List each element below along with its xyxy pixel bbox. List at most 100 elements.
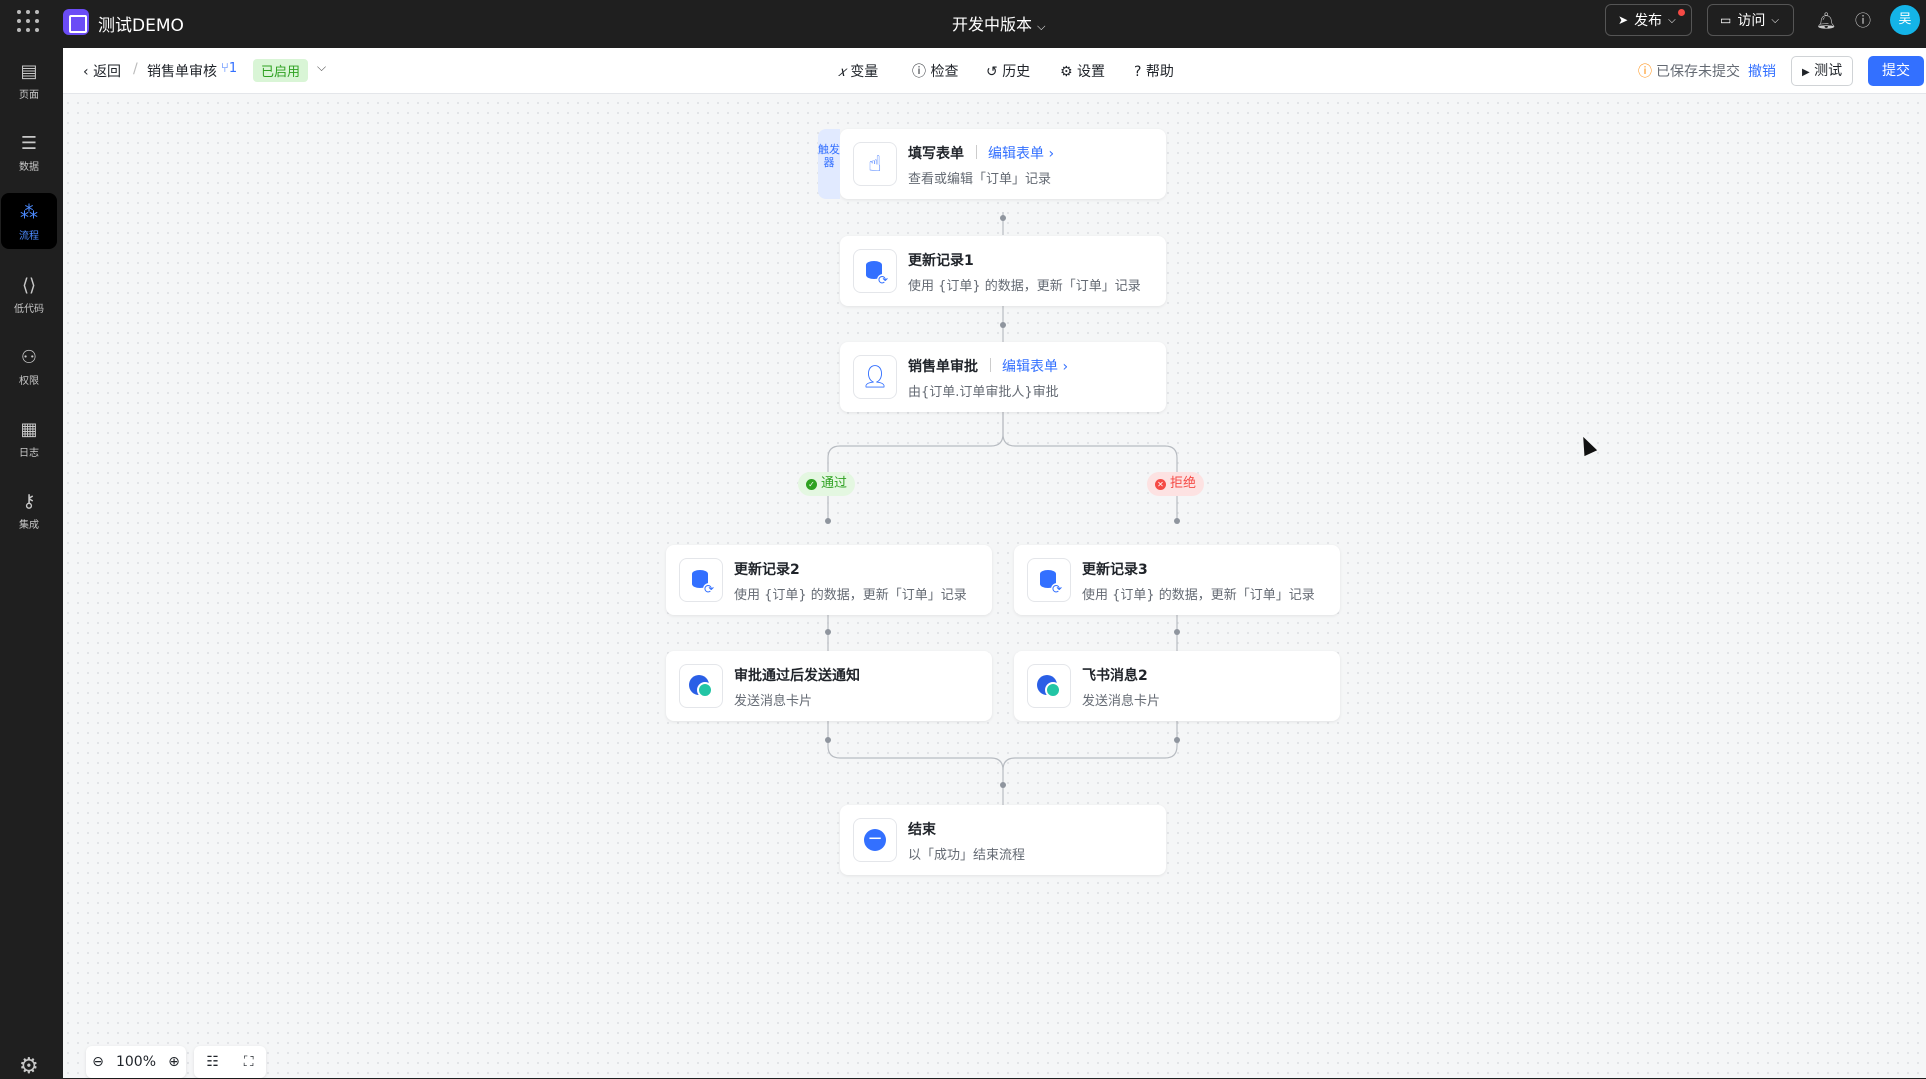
bell-icon[interactable]: 🔔︎ (1816, 12, 1836, 30)
node-title: 更新记录2 (734, 562, 800, 578)
chevron-right-icon: › (1048, 146, 1055, 162)
edit-form-link[interactable]: 编辑表单 › (1002, 356, 1068, 376)
message-icon (1036, 673, 1062, 699)
flow-node-update-record-3[interactable]: 更新记录3 使用 {订单} 的数据，更新「订单」记录 (1014, 545, 1340, 615)
submit-button[interactable]: 提交 (1868, 56, 1924, 86)
branch-label: 通过 (821, 476, 848, 491)
sidebar-item-flow[interactable]: ⁂ 流程 (1, 193, 57, 249)
publish-button[interactable]: ➤ 发布 ⌵ (1605, 4, 1692, 36)
warning-icon: ⓘ (1638, 64, 1652, 80)
sidebar-item-label: 集成 (19, 520, 39, 531)
sidebar-item-permission[interactable]: ⚇ 权限 (1, 338, 57, 394)
editor-toolbar: ‹ 返回 / 销售单审核 ⑂1 已启用 ⌵ 𝑥 变量 ⓘ 检查 ↺ 历史 ⚙ 设… (63, 48, 1926, 94)
tool-check[interactable]: ⓘ 检查 (912, 61, 958, 81)
status-badge: 已启用 (253, 59, 309, 82)
connector-dot (1174, 737, 1180, 743)
send-icon: ➤ (1618, 13, 1629, 27)
database-icon: ☰ (20, 133, 38, 154)
flow-node-sales-approval[interactable]: 👤︎ 销售单审批 编辑表单 › 由{订单.订单审批人}审批 (840, 342, 1166, 412)
sidebar-item-label: 页面 (19, 90, 39, 101)
sidebar-item-page[interactable]: ▤ 页面 (1, 52, 57, 108)
back-button[interactable]: ‹ 返回 (83, 61, 121, 81)
close-circle-icon: ✕ (1155, 478, 1166, 490)
version-selector[interactable]: 开发中版本 ⌵ (952, 11, 1045, 35)
tap-icon: ☝ (868, 151, 882, 177)
chevron-down-icon: ⌵ (1037, 20, 1046, 33)
breadcrumb-separator: / (133, 61, 138, 77)
sidebar-item-lowcode[interactable]: ⟨⟩ 低代码 (1, 266, 57, 322)
notification-dot (1678, 9, 1685, 16)
sidebar-item-label: 日志 (19, 448, 39, 459)
gear-icon[interactable]: ⚙ (19, 1054, 39, 1079)
flow-node-fill-form[interactable]: 触发器 ☝ 填写表单 编辑表单 › 查看或编辑「订单」记录 (818, 129, 1166, 199)
flow-version[interactable]: ⑂1 (221, 61, 237, 76)
node-icon: − (853, 818, 897, 862)
connector-dot (825, 629, 831, 635)
app-title: 测试DEMO (98, 16, 184, 36)
tool-label: 变量 (850, 64, 879, 80)
chevron-down-icon: ⌵ (1668, 14, 1676, 26)
message-icon (688, 673, 714, 699)
flow-node-update-record-2[interactable]: 更新记录2 使用 {订单} 的数据，更新「订单」记录 (666, 545, 992, 615)
branch-reject[interactable]: ✕ 拒绝 (1147, 472, 1205, 496)
database-update-icon (1037, 568, 1063, 595)
node-title: 销售单审批 (908, 359, 978, 375)
zoom-controls: ⊖ 100% ⊕ (86, 1046, 186, 1078)
sidebar-item-label: 低代码 (14, 304, 44, 315)
top-bar: 测试DEMO 开发中版本 ⌵ ➤ 发布 ⌵ ▭ 访问 ⌵ 🔔︎ ⓘ 吴 (0, 0, 1926, 48)
flow-name[interactable]: 销售单审核 (147, 61, 217, 81)
node-icon (853, 249, 897, 293)
help-icon[interactable]: ⓘ (1854, 12, 1872, 30)
connector-dot (825, 518, 831, 524)
zoom-level: 100% (115, 1054, 156, 1070)
sidebar-item-data[interactable]: ☰ 数据 (1, 124, 57, 180)
sidebar-item-integration[interactable]: ⚷ 集成 (1, 482, 57, 538)
flow-canvas[interactable]: ‹ 返回 / 销售单审核 ⑂1 已启用 ⌵ 𝑥 变量 ⓘ 检查 ↺ 历史 ⚙ 设… (63, 48, 1926, 1078)
node-subtitle: 使用 {订单} 的数据，更新「订单」记录 (1082, 588, 1315, 603)
flow-node-notify-pass[interactable]: 审批通过后发送通知 发送消息卡片 (666, 651, 992, 721)
tool-label: 检查 (930, 64, 959, 80)
users-icon: ⚇ (20, 347, 38, 368)
tool-settings[interactable]: ⚙ 设置 (1060, 61, 1105, 81)
node-icon (1027, 664, 1071, 708)
visit-label: 访问 (1737, 13, 1766, 29)
tool-history[interactable]: ↺ 历史 (986, 61, 1030, 81)
flow-node-feishu-message-2[interactable]: 飞书消息2 发送消息卡片 (1014, 651, 1340, 721)
log-icon: ▦ (20, 419, 38, 440)
edit-form-label: 编辑表单 (988, 146, 1044, 162)
sidebar-item-log[interactable]: ▦ 日志 (1, 410, 57, 466)
branch-icon: ⑂ (221, 61, 229, 76)
chevron-down-icon: ⌵ (1771, 14, 1779, 26)
database-update-icon (863, 259, 889, 286)
flow-node-end[interactable]: − 结束 以「成功」结束流程 (840, 805, 1166, 875)
zoom-out-icon[interactable]: ⊖ (92, 1054, 104, 1070)
layout-icon[interactable]: ☷ (206, 1054, 219, 1070)
node-subtitle: 使用 {订单} 的数据，更新「订单」记录 (908, 279, 1141, 294)
sidebar: ▤ 页面 ☰ 数据 ⁂ 流程 ⟨⟩ 低代码 ⚇ 权限 ▦ 日志 ⚷ 集成 ⚙ (0, 48, 63, 1079)
edit-form-link[interactable]: 编辑表单 › (988, 143, 1054, 163)
tool-label: 帮助 (1145, 64, 1174, 80)
tool-help[interactable]: ? 帮助 (1134, 61, 1174, 81)
fit-view-icon[interactable]: ⛶ (244, 1054, 254, 1070)
branch-pass[interactable]: ✓ 通过 (798, 472, 856, 496)
database-update-icon (689, 568, 715, 595)
test-label: 测试 (1814, 63, 1843, 79)
node-subtitle: 发送消息卡片 (1082, 694, 1161, 709)
visit-button[interactable]: ▭ 访问 ⌵ (1707, 4, 1794, 36)
undo-link[interactable]: 撤销 (1748, 61, 1776, 81)
back-label: 返回 (93, 64, 122, 80)
check-circle-icon: ✓ (806, 478, 817, 490)
test-button[interactable]: ▶ 测试 (1791, 56, 1854, 86)
flow-node-update-record-1[interactable]: 更新记录1 使用 {订单} 的数据，更新「订单」记录 (840, 236, 1166, 306)
chevron-down-icon[interactable]: ⌵ (317, 60, 326, 75)
avatar[interactable]: 吴 (1890, 5, 1920, 35)
node-subtitle: 发送消息卡片 (734, 694, 813, 709)
zoom-in-icon[interactable]: ⊕ (168, 1054, 180, 1070)
node-icon: ☝ (853, 142, 897, 186)
tool-variables[interactable]: 𝑥 变量 (838, 61, 878, 81)
app-grid-icon[interactable] (17, 10, 39, 32)
publish-label: 发布 (1634, 13, 1663, 29)
node-subtitle: 查看或编辑「订单」记录 (908, 172, 1052, 187)
approver-icon: 👤︎ (861, 364, 889, 390)
flow-connectors (827, 212, 1178, 805)
